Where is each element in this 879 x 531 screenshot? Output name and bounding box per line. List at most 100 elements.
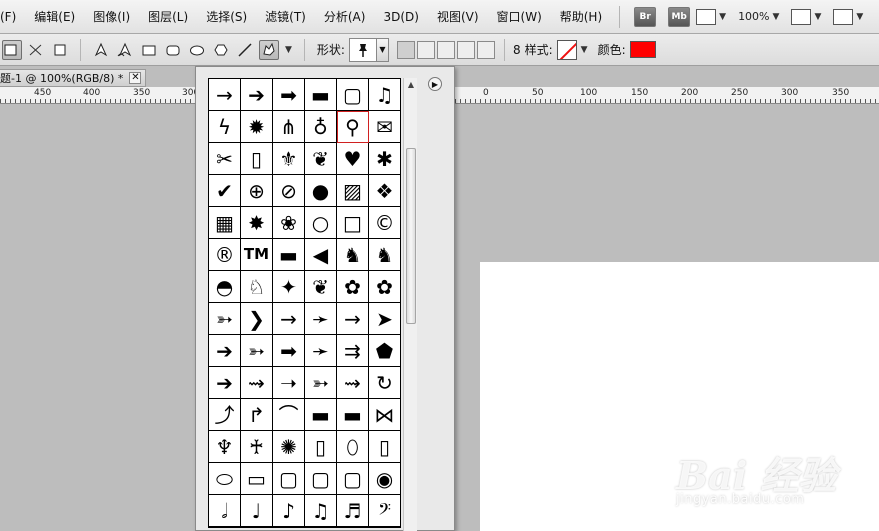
- shape-eye[interactable]: ◉: [369, 463, 401, 495]
- subtract-mode[interactable]: [436, 40, 455, 59]
- shape-quarter-note[interactable]: ♩: [241, 495, 273, 527]
- shape-fleur-de-lis[interactable]: ⚜: [273, 143, 305, 175]
- fill-pixels-button[interactable]: [50, 40, 70, 60]
- shape-ornament[interactable]: ❦: [305, 143, 337, 175]
- shape-music-notes[interactable]: ♫: [369, 79, 401, 111]
- menu-window[interactable]: 窗口(W): [488, 8, 551, 25]
- shape-frame-ornate[interactable]: ▯: [305, 431, 337, 463]
- menu-view[interactable]: 视图(V): [428, 8, 488, 25]
- shape-paw[interactable]: ❀: [273, 207, 305, 239]
- custom-shape-tool[interactable]: [259, 39, 279, 60]
- zoom-select[interactable]: 100% ▼: [738, 7, 779, 27]
- shape-bird[interactable]: ✦: [273, 271, 305, 303]
- rectangle-tool[interactable]: [139, 40, 159, 60]
- menu-3d[interactable]: 3D(D): [374, 10, 427, 24]
- pen-tool[interactable]: [91, 40, 111, 60]
- shape-frame-square-2[interactable]: ▢: [305, 463, 337, 495]
- shape-target[interactable]: ⊕: [241, 175, 273, 207]
- shape-arrow-pentagon[interactable]: ⬟: [369, 335, 401, 367]
- menu-file[interactable]: (F): [0, 10, 25, 24]
- shape-arrow-plain[interactable]: →: [337, 303, 369, 335]
- shape-cat[interactable]: ♞: [337, 239, 369, 271]
- shape-lightning[interactable]: ϟ: [209, 111, 241, 143]
- shape-lightbulb[interactable]: ♁: [305, 111, 337, 143]
- line-tool[interactable]: [235, 40, 255, 60]
- arrange-documents-button[interactable]: ▼: [791, 7, 821, 27]
- shape-banner-curved[interactable]: ▬: [337, 399, 369, 431]
- exclude-mode[interactable]: [476, 40, 495, 59]
- shape-hatch-square[interactable]: ▨: [337, 175, 369, 207]
- shape-frame-scallop[interactable]: ▢: [337, 463, 369, 495]
- shape-starburst[interactable]: ✹: [241, 111, 273, 143]
- shape-rabbit[interactable]: ♘: [241, 271, 273, 303]
- shape-snail[interactable]: ◓: [209, 271, 241, 303]
- shape-arrow-feather[interactable]: ➳: [209, 303, 241, 335]
- paths-button[interactable]: [26, 40, 46, 60]
- link-icon[interactable]: 8: [513, 43, 521, 57]
- menu-image[interactable]: 图像(I): [84, 8, 139, 25]
- menu-help[interactable]: 帮助(H): [551, 8, 611, 25]
- shape-dropdown-button[interactable]: ▼: [376, 37, 389, 62]
- shape-arrow-line[interactable]: →: [273, 303, 305, 335]
- shape-paw-print-2[interactable]: ✿: [369, 271, 401, 303]
- shape-paw-print[interactable]: ✿: [337, 271, 369, 303]
- shape-bass-clef[interactable]: 𝄢: [369, 495, 401, 527]
- shape-arrow-bold-2[interactable]: ➔: [209, 367, 241, 399]
- shape-banner-bow[interactable]: ⋈: [369, 399, 401, 431]
- add-mode[interactable]: [416, 40, 435, 59]
- shape-arrow-feather-2[interactable]: ➳: [241, 335, 273, 367]
- shape-arrow-block-2[interactable]: ➡: [273, 335, 305, 367]
- shape-seal[interactable]: ✺: [273, 431, 305, 463]
- shape-copyright[interactable]: ©: [369, 207, 401, 239]
- intersect-mode[interactable]: [456, 40, 475, 59]
- shape-arrow-squiggle[interactable]: ⇝: [337, 367, 369, 399]
- menu-edit[interactable]: 编辑(E): [25, 8, 84, 25]
- shape-grass[interactable]: ⋔: [273, 111, 305, 143]
- shape-blank-page[interactable]: ▯: [241, 143, 273, 175]
- shape-arrow-corner[interactable]: ↱: [241, 399, 273, 431]
- shape-frame-tab[interactable]: ▭: [241, 463, 273, 495]
- chevron-down-icon[interactable]: ▼: [581, 45, 588, 55]
- shape-trademark[interactable]: TM: [241, 239, 273, 271]
- document-tab[interactable]: 题-1 @ 100%(RGB/8) * ✕: [0, 69, 146, 87]
- shape-frame-oval-2[interactable]: ⬭: [209, 463, 241, 495]
- shape-dove[interactable]: ❦: [305, 271, 337, 303]
- shape-frame-rect[interactable]: ▯: [369, 431, 401, 463]
- shape-layers-button[interactable]: [2, 39, 22, 60]
- freeform-pen-tool[interactable]: [115, 40, 135, 60]
- shape-eighth-note[interactable]: ♪: [273, 495, 305, 527]
- shape-frame-square[interactable]: ▢: [337, 79, 369, 111]
- new-layer-mode[interactable]: [396, 40, 415, 59]
- view-extras-button[interactable]: ▼: [696, 7, 726, 27]
- shape-envelope[interactable]: ✉: [369, 111, 401, 143]
- bridge-button[interactable]: Br: [634, 6, 657, 27]
- shape-arrow-bold[interactable]: ➔: [241, 79, 273, 111]
- menu-select[interactable]: 选择(S): [197, 8, 256, 25]
- polygon-tool[interactable]: [211, 40, 231, 60]
- shape-diamond-grid[interactable]: ❖: [369, 175, 401, 207]
- shape-arrow-triangle[interactable]: ➤: [369, 303, 401, 335]
- shape-chevron[interactable]: ❯: [241, 303, 273, 335]
- shape-arrow-thin[interactable]: →: [209, 79, 241, 111]
- menu-filter[interactable]: 滤镜(T): [256, 8, 315, 25]
- shape-banner[interactable]: ▬: [305, 79, 337, 111]
- close-icon[interactable]: ✕: [129, 72, 142, 84]
- shape-fish[interactable]: ◀: [305, 239, 337, 271]
- shape-frame-oval[interactable]: ⬯: [337, 431, 369, 463]
- shape-grid[interactable]: ▦: [209, 207, 241, 239]
- screen-mode-button[interactable]: ▼: [833, 7, 863, 27]
- minibridge-button[interactable]: Mb: [668, 6, 691, 27]
- menu-analysis[interactable]: 分析(A): [315, 8, 375, 25]
- shape-arrow-uturn[interactable]: ↻: [369, 367, 401, 399]
- color-swatch[interactable]: [629, 41, 656, 58]
- shape-square[interactable]: □: [337, 207, 369, 239]
- shape-arrow-dart[interactable]: ➛: [305, 303, 337, 335]
- shape-scrollbar[interactable]: ▲: [403, 78, 417, 531]
- shape-no-sign[interactable]: ⊘: [273, 175, 305, 207]
- shape-sixteenth-note[interactable]: ♬: [337, 495, 369, 527]
- shape-pushpin[interactable]: ⚲: [337, 111, 369, 143]
- shape-speech-bubble[interactable]: ●: [305, 175, 337, 207]
- shape-arrow-thin-2[interactable]: ➝: [273, 367, 305, 399]
- shape-arrow-feather-3[interactable]: ➳: [305, 367, 337, 399]
- shape-award-ribbon[interactable]: ♆: [209, 431, 241, 463]
